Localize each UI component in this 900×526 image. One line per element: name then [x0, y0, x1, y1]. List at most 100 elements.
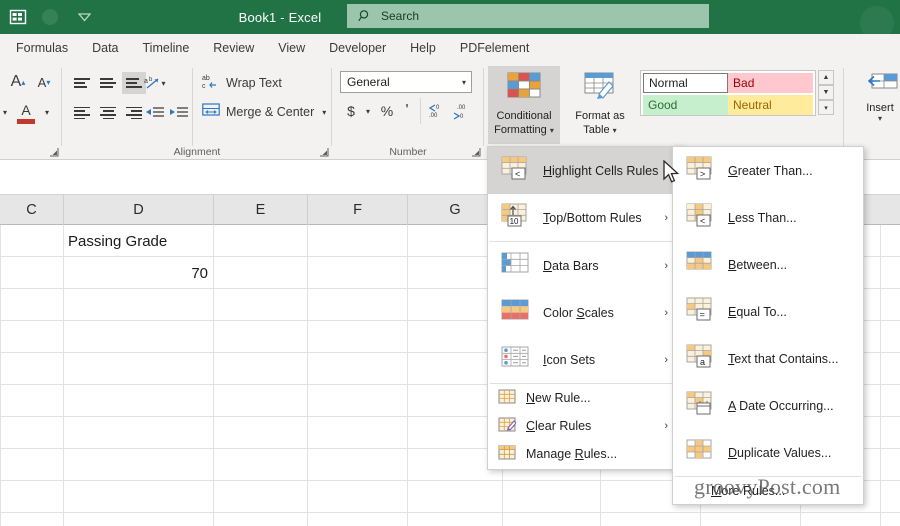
column-header-d[interactable]: D — [64, 195, 214, 225]
tab-help[interactable]: Help — [398, 34, 448, 62]
svg-text:=: = — [700, 309, 705, 319]
menu-item-icon-sets[interactable]: Icon Sets › — [488, 336, 682, 383]
svg-text:c: c — [202, 83, 206, 90]
decrease-indent-button[interactable] — [142, 102, 168, 124]
merge-center-button[interactable]: Merge & Center ▾ — [202, 100, 326, 124]
menu-item-clear-rules[interactable]: Clear Rules › — [488, 412, 682, 440]
chevron-right-icon: › — [664, 211, 668, 224]
svg-text:10: 10 — [510, 217, 519, 226]
submenu-item-greater-than[interactable]: > Greater Than... — [673, 147, 863, 194]
submenu-item-equal-to[interactable]: = Equal To... — [673, 288, 863, 335]
chevron-down-icon[interactable]: ▼ — [818, 85, 834, 100]
duplicate-values-icon — [686, 438, 716, 468]
submenu-item-label: Greater Than... — [728, 163, 813, 178]
chevron-down-icon[interactable]: ▾ — [878, 114, 882, 123]
insert-cells-icon — [862, 72, 898, 99]
watermark: groovyPost.com — [694, 474, 841, 499]
search-input[interactable]: Search — [347, 4, 709, 28]
menu-item-new-rule[interactable]: New Rule... — [488, 384, 682, 412]
decrease-decimal-button[interactable]: 0 .00 — [425, 99, 449, 123]
submenu-item-label: Text that Contains... — [728, 351, 839, 366]
submenu-item-a-date-occurring[interactable]: A Date Occurring... — [673, 382, 863, 429]
chevron-down-icon[interactable]: ▾ — [361, 99, 375, 123]
chevron-down-icon[interactable]: ▾ — [462, 78, 466, 87]
tab-view[interactable]: View — [266, 34, 317, 62]
orientation-button[interactable]: a b ▾ — [142, 72, 168, 94]
submenu-item-label: Less Than... — [728, 210, 797, 225]
svg-text:.00: .00 — [457, 105, 466, 111]
grow-font-button[interactable]: A ▴ — [6, 70, 30, 94]
submenu-item-duplicate-values[interactable]: Duplicate Values... — [673, 429, 863, 476]
align-bottom-icon — [126, 76, 142, 90]
tab-formulas[interactable]: Formulas — [0, 34, 80, 62]
chevron-down-icon[interactable]: ▾ — [550, 126, 554, 135]
cell-style-bad[interactable]: Bad — [728, 73, 813, 93]
menu-item-color-scales[interactable]: Color Scales › — [488, 289, 682, 336]
chevron-down-icon[interactable] — [76, 9, 92, 25]
submenu-item-label: Equal To... — [728, 304, 787, 319]
menu-item-manage-rules[interactable]: Manage Rules... — [488, 440, 682, 468]
menu-item-top-bottom-rules[interactable]: 10 Top/Bottom Rules › — [488, 194, 682, 241]
currency-format-button[interactable]: $ — [342, 99, 360, 123]
date-occurring-icon — [686, 391, 716, 421]
dialog-launcher-icon[interactable] — [471, 147, 481, 157]
tab-developer[interactable]: Developer — [317, 34, 398, 62]
chevron-down-icon[interactable]: ▾ — [322, 108, 326, 117]
excel-window: Book1 - Excel Search Formulas Data Timel… — [0, 0, 900, 526]
format-as-table-label-1: Format as — [575, 110, 625, 122]
submenu-item-text-that-contains[interactable]: a Text that Contains... — [673, 335, 863, 382]
shrink-font-button[interactable]: A ▾ — [32, 70, 56, 94]
mouse-pointer-icon — [663, 159, 681, 184]
icon-sets-icon — [501, 345, 531, 375]
column-header-e[interactable]: E — [214, 195, 308, 225]
cell-style-good[interactable]: Good — [643, 95, 728, 115]
autosave-circle-icon[interactable] — [42, 9, 58, 25]
svg-text:a: a — [144, 78, 148, 85]
cell-style-neutral[interactable]: Neutral — [728, 95, 813, 115]
chevron-up-icon[interactable]: ▲ — [818, 70, 834, 85]
format-as-table-button[interactable]: Format as Table ▾ — [564, 66, 636, 144]
font-color-button[interactable]: A — [14, 100, 38, 126]
cell-styles-scrollbar[interactable]: ▲ ▼ ▾ — [818, 70, 834, 116]
align-left-button[interactable] — [70, 102, 94, 124]
tab-review[interactable]: Review — [201, 34, 266, 62]
align-center-button[interactable] — [96, 102, 120, 124]
insert-cells-button[interactable]: Insert ▾ — [858, 68, 900, 138]
submenu-item-less-than[interactable]: < Less Than... — [673, 194, 863, 241]
submenu-item-between[interactable]: Between... — [673, 241, 863, 288]
tab-data[interactable]: Data — [80, 34, 130, 62]
increase-decimal-button[interactable]: .00 0 — [450, 99, 474, 123]
menu-item-data-bars[interactable]: Data Bars › — [488, 242, 682, 289]
conditional-formatting-button[interactable]: Conditional Formatting ▾ — [488, 66, 560, 144]
wrap-text-icon: ab c — [202, 72, 220, 95]
column-header-f[interactable]: F — [308, 195, 408, 225]
number-format-select[interactable]: General ▾ — [340, 71, 472, 93]
group-label-number: Number — [389, 146, 427, 158]
tab-pdfelement[interactable]: PDFelement — [448, 34, 541, 62]
greater-than-icon: > — [686, 156, 716, 186]
cell-style-normal[interactable]: Normal — [643, 73, 729, 93]
align-middle-button[interactable] — [96, 72, 120, 94]
cell-d1[interactable]: Passing Grade — [68, 227, 212, 255]
comma-format-button[interactable]: ' — [398, 99, 416, 123]
tab-timeline[interactable]: Timeline — [131, 34, 202, 62]
column-header-c[interactable]: C — [0, 195, 64, 225]
cell-styles-gallery: Normal Bad Good Neutral — [640, 70, 816, 116]
align-top-button[interactable] — [70, 72, 94, 94]
cell-d2[interactable]: 70 — [68, 259, 208, 287]
menu-item-label: New Rule... — [526, 391, 591, 405]
more-styles-icon[interactable]: ▾ — [818, 100, 834, 115]
chevron-down-icon[interactable]: ▾ — [40, 102, 54, 122]
chevron-down-icon[interactable]: ▾ — [0, 102, 12, 122]
wrap-text-button[interactable]: ab c Wrap Text — [202, 71, 282, 95]
chevron-right-icon: › — [664, 259, 668, 272]
less-than-icon: < — [686, 203, 716, 233]
dialog-launcher-icon[interactable] — [49, 147, 59, 157]
chevron-down-icon[interactable]: ▾ — [161, 79, 165, 88]
dialog-launcher-icon[interactable] — [319, 147, 329, 157]
increase-indent-button[interactable] — [166, 102, 192, 124]
chevron-down-icon[interactable]: ▾ — [613, 126, 617, 135]
menu-item-label: Color Scales — [543, 305, 614, 320]
menu-item-highlight-cells-rules[interactable]: < Highlight Cells Rules › — [488, 147, 682, 194]
percent-format-button[interactable]: % — [377, 99, 397, 123]
